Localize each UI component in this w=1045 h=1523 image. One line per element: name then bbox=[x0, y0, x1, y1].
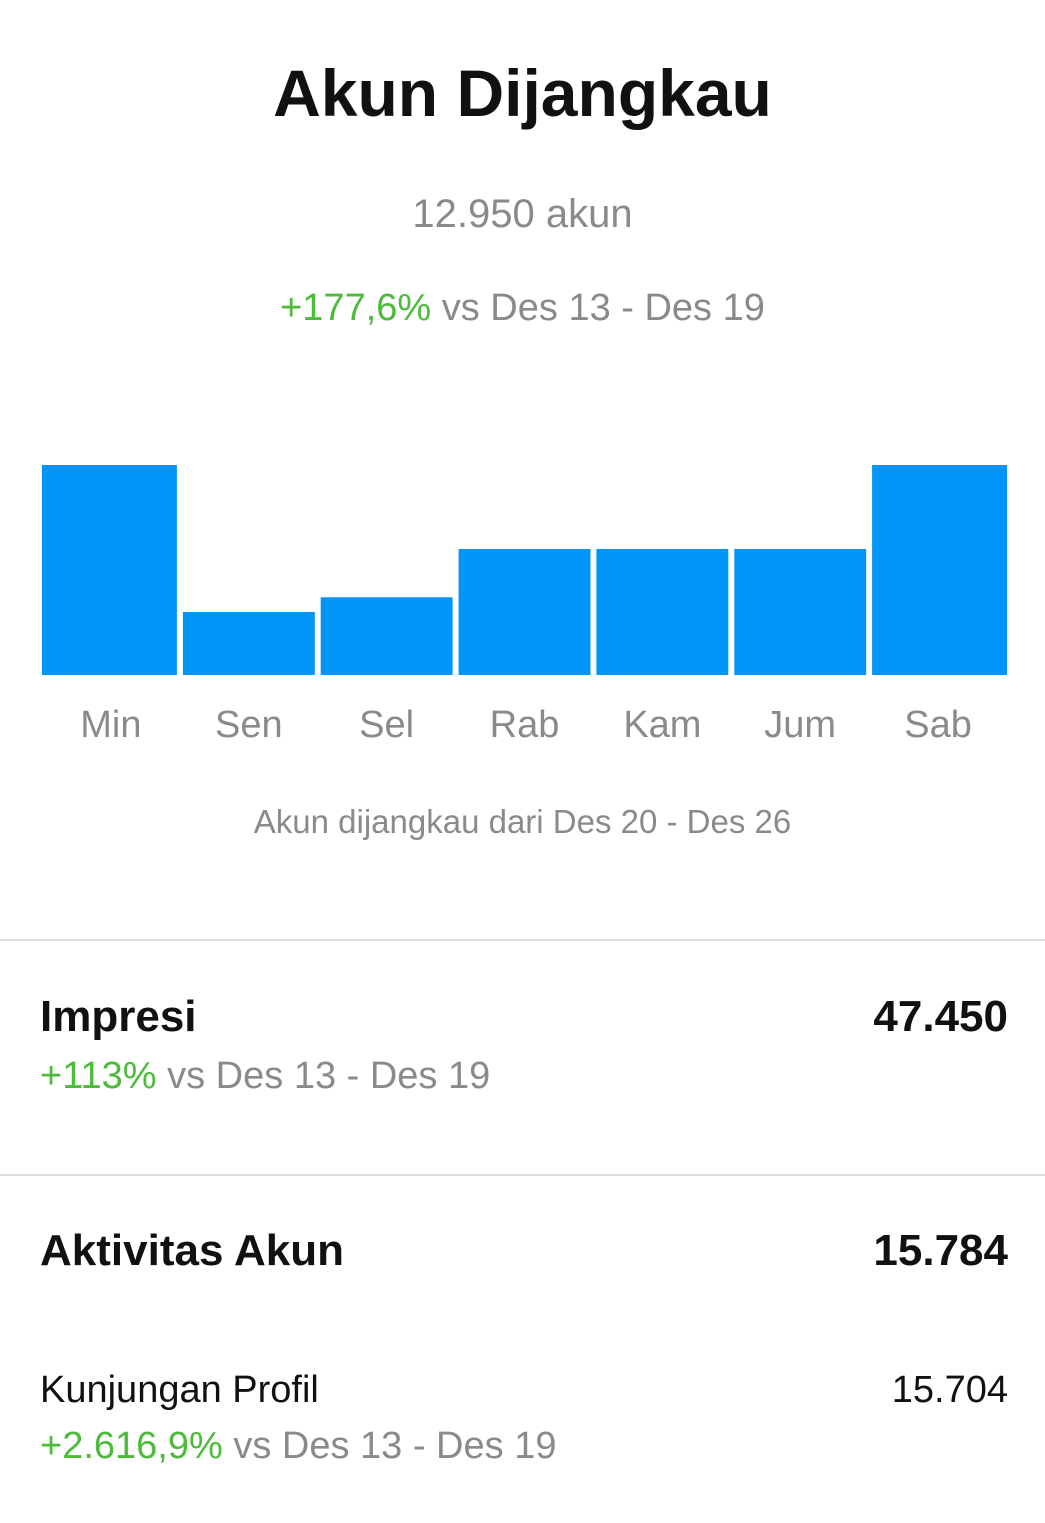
x-tick-label: Sab bbox=[904, 704, 972, 746]
bar-rab[interactable] bbox=[458, 549, 591, 675]
bar-min[interactable] bbox=[42, 465, 177, 675]
x-tick-label: Min bbox=[80, 704, 141, 746]
x-tick-label: Sel bbox=[359, 704, 414, 746]
chart-x-labels: Min Sen Sel Rab Kam Jum Sab bbox=[80, 704, 972, 746]
impresi-change-line: +113% vs Des 13 - Des 19 bbox=[40, 1055, 490, 1098]
x-tick-label: Sen bbox=[215, 704, 283, 746]
x-tick-label: Rab bbox=[490, 704, 560, 746]
aktivitas-label: Aktivitas Akun bbox=[40, 1226, 345, 1275]
reach-count: 12.950 akun bbox=[412, 192, 633, 236]
divider bbox=[0, 939, 1045, 941]
bar-jum[interactable] bbox=[734, 549, 867, 675]
chart-bars bbox=[42, 465, 1007, 675]
reach-change-line: +177,6% vs Des 13 - Des 19 bbox=[0, 287, 1045, 330]
bar-sab[interactable] bbox=[872, 465, 1007, 675]
chart-caption: Akun dijangkau dari Des 20 - Des 26 bbox=[253, 803, 792, 840]
reach-comparison: vs Des 13 - Des 19 bbox=[441, 287, 765, 329]
bar-kam[interactable] bbox=[596, 549, 729, 675]
x-tick-label: Kam bbox=[623, 704, 701, 746]
impresi-change-percent: +113% bbox=[40, 1055, 157, 1097]
kunjungan-profil-label[interactable]: Kunjungan Profil bbox=[40, 1369, 319, 1412]
page-title: Akun Dijangkau bbox=[273, 56, 772, 130]
x-tick-label: Jum bbox=[764, 704, 836, 746]
kunjungan-comparison: vs Des 13 - Des 19 bbox=[233, 1425, 557, 1467]
bar-sel[interactable] bbox=[320, 597, 453, 675]
kunjungan-change-line: +2.616,9% vs Des 13 - Des 19 bbox=[40, 1425, 556, 1468]
kunjungan-profil-value: 15.704 bbox=[891, 1369, 1008, 1411]
aktivitas-value: 15.784 bbox=[873, 1226, 1008, 1275]
kunjungan-change-percent: +2.616,9% bbox=[40, 1425, 223, 1467]
impresi-label: Impresi bbox=[40, 992, 197, 1041]
divider bbox=[0, 1174, 1045, 1176]
impresi-value: 47.450 bbox=[873, 992, 1008, 1041]
reach-bar-chart: Min Sen Sel Rab Kam Jum Sab bbox=[42, 465, 1007, 746]
reach-change-percent: +177,6% bbox=[280, 287, 432, 329]
impresi-comparison: vs Des 13 - Des 19 bbox=[167, 1055, 491, 1097]
bar-sen[interactable] bbox=[182, 612, 315, 675]
